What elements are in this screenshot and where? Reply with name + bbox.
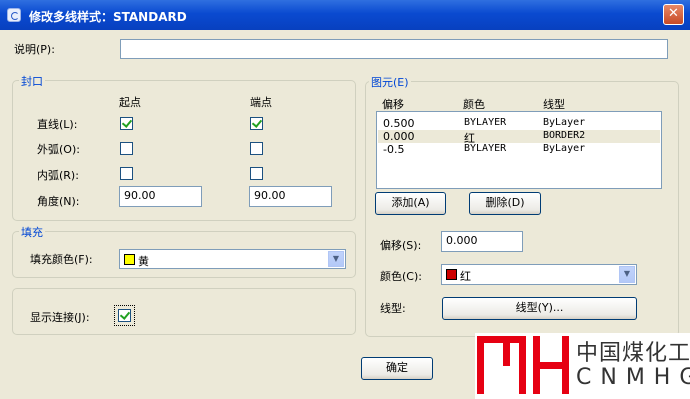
angle-end-input[interactable]: 90.00 [249, 186, 332, 207]
fill-color-value: 黄 [138, 255, 149, 268]
close-icon: ✕ [668, 6, 679, 21]
outer-arc-end-checkbox[interactable] [250, 142, 263, 155]
delete-element-button[interactable]: 删除(D) [469, 192, 541, 215]
fill-color-swatch [124, 254, 135, 265]
list-item[interactable]: 0.000 红 BORDER2 [378, 130, 660, 145]
chevron-down-icon[interactable]: ▼ [619, 266, 635, 283]
offset-input[interactable]: 0.000 [441, 231, 523, 252]
elements-list[interactable]: 0.500 BYLAYER ByLayer 0.000 红 BORDER2 -0… [376, 111, 662, 189]
element-offset: 0.500 [383, 117, 415, 130]
window-title: 修改多线样式：STANDARD [29, 10, 187, 24]
element-color: BYLAYER [464, 143, 507, 154]
elements-header-offset: 偏移 [382, 98, 404, 111]
display-joints-label: 显示连接(J): [30, 311, 90, 324]
outer-arc-cap-label: 外弧(O): [37, 143, 80, 156]
angle-label: 角度(N): [37, 195, 80, 208]
watermark-en-text: CNMHG [576, 365, 690, 390]
element-linetype: ByLayer [543, 117, 586, 128]
outer-arc-start-checkbox[interactable] [120, 142, 133, 155]
line-cap-label: 直线(L): [37, 118, 78, 131]
caps-group-title: 封口 [19, 73, 45, 89]
watermark-cn-text: 中国煤化工 [576, 341, 690, 366]
close-button[interactable]: ✕ [663, 4, 684, 25]
element-linetype: ByLayer [543, 143, 586, 154]
elements-header-linetype: 线型 [543, 98, 565, 111]
element-color-label: 颜色(C): [380, 270, 422, 283]
ok-button[interactable]: 确定 [361, 357, 433, 380]
element-color-select[interactable]: 红 ▼ [441, 264, 637, 285]
elements-header-color: 颜色 [463, 98, 485, 111]
offset-label: 偏移(S): [380, 239, 422, 252]
fill-group-title: 填充 [19, 224, 45, 240]
add-element-button[interactable]: 添加(A) [375, 192, 446, 215]
chevron-down-icon[interactable]: ▼ [328, 251, 344, 267]
description-label: 说明(P): [14, 43, 55, 56]
fill-color-label: 填充颜色(F): [30, 253, 93, 266]
element-offset: -0.5 [383, 143, 405, 156]
element-color-value: 红 [460, 270, 471, 283]
linetype-button[interactable]: 线型(Y)... [442, 297, 637, 320]
line-end-checkbox[interactable] [250, 117, 263, 130]
element-offset: 0.000 [383, 130, 415, 143]
inner-arc-start-checkbox[interactable] [120, 167, 133, 180]
caps-end-header: 端点 [250, 96, 272, 109]
inner-arc-end-checkbox[interactable] [250, 167, 263, 180]
element-linetype: BORDER2 [543, 130, 586, 141]
elements-group-title: 图元(E) [369, 74, 411, 90]
list-item[interactable]: -0.5 BYLAYER ByLayer [378, 143, 660, 156]
line-start-checkbox[interactable] [120, 117, 133, 130]
element-color: BYLAYER [464, 117, 507, 128]
watermark-logo: 中国煤化工 CNMHG [475, 333, 690, 399]
element-color-swatch [446, 269, 457, 280]
list-item[interactable]: 0.500 BYLAYER ByLayer [378, 117, 660, 130]
cnmhg-logo-icon [477, 336, 569, 394]
linetype-label: 线型: [380, 302, 406, 315]
angle-start-input[interactable]: 90.00 [119, 186, 202, 207]
fill-color-select[interactable]: 黄 ▼ [119, 249, 346, 269]
caps-start-header: 起点 [119, 96, 141, 109]
inner-arc-cap-label: 内弧(R): [37, 169, 79, 182]
app-icon [7, 8, 21, 22]
display-joints-checkbox[interactable] [118, 309, 131, 322]
description-input[interactable] [120, 39, 668, 59]
title-bar: 修改多线样式：STANDARD ✕ [0, 0, 690, 30]
